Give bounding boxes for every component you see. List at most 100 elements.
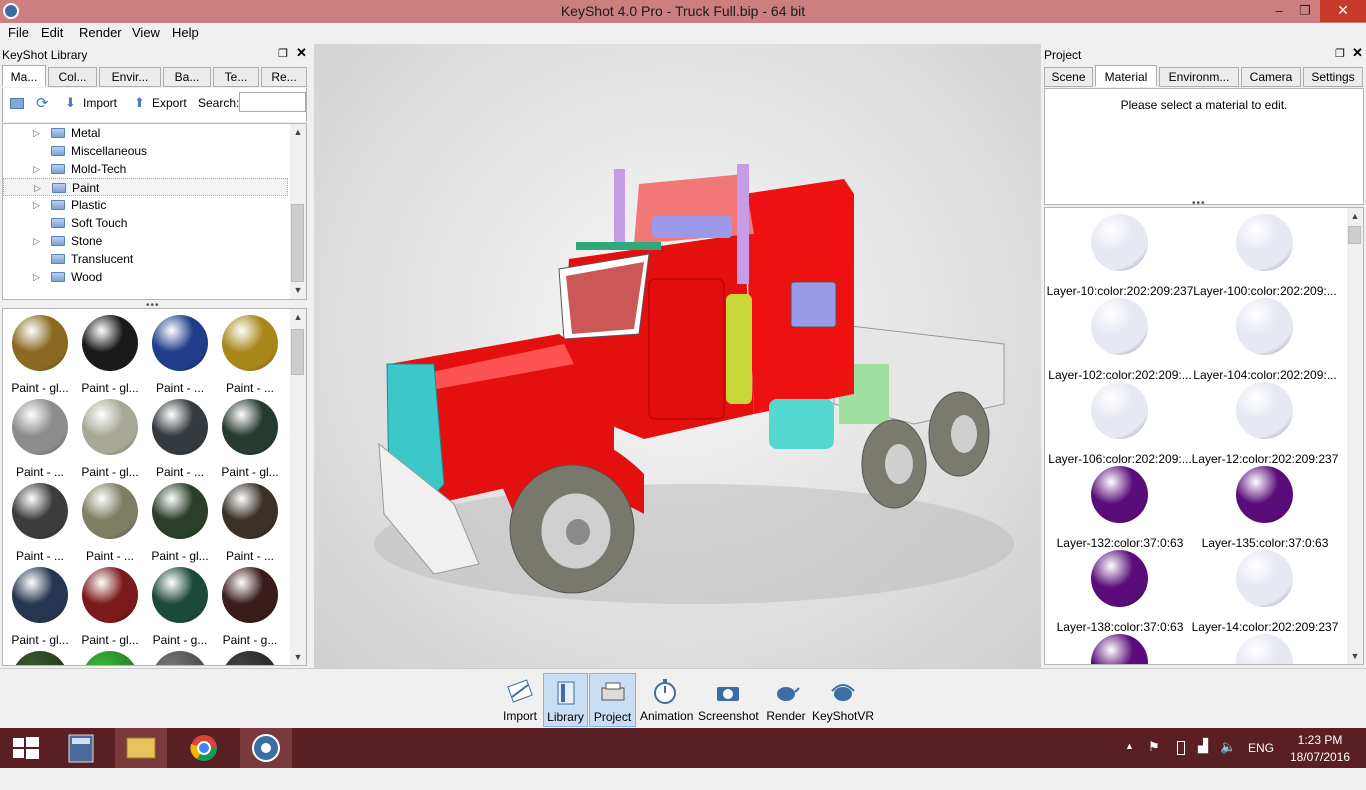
calculator-taskbar-icon[interactable] (55, 728, 107, 768)
tab-environment[interactable]: Environm... (1159, 67, 1239, 87)
expand-arrow-icon[interactable]: ▷ (33, 196, 40, 214)
material-preview-sphere (82, 399, 138, 455)
add-folder-icon[interactable] (10, 98, 24, 109)
wifi-icon[interactable]: ▟ (1198, 738, 1208, 778)
material-preview-sphere (1236, 466, 1293, 523)
flag-icon[interactable]: ⚑ (1148, 739, 1160, 779)
render-toolbar-button[interactable]: Render (764, 673, 808, 727)
material-preview-sphere (152, 483, 208, 539)
menu-view[interactable]: View (132, 25, 160, 40)
tree-item-translucent[interactable]: Translucent (3, 250, 288, 268)
expand-arrow-icon[interactable]: ▷ (33, 232, 40, 250)
refresh-icon[interactable]: ⟳ (36, 94, 49, 112)
project-toolbar-button[interactable]: Project (589, 673, 636, 727)
tab-colors[interactable]: Col... (48, 67, 97, 87)
menu-help[interactable]: Help (172, 25, 199, 40)
tree-item-metal[interactable]: ▷ Metal (3, 124, 288, 142)
maximize-button[interactable]: ❐ (1292, 0, 1318, 22)
library-toolbar-button[interactable]: Library (543, 673, 588, 727)
search-label: Search: (198, 96, 240, 110)
tab-environments[interactable]: Envir... (99, 67, 161, 87)
tray-overflow-icon[interactable]: ▲ (1125, 741, 1134, 781)
menu-render[interactable]: Render (79, 25, 122, 40)
minimize-button[interactable]: – (1266, 0, 1292, 22)
material-swatch-label: Paint - gl... (151, 549, 209, 563)
tree-item-paint[interactable]: ▷ Paint (3, 178, 288, 196)
scrollbar-thumb[interactable] (1348, 226, 1361, 244)
swatch-scrollbar[interactable]: ▲ ▼ (290, 309, 306, 665)
tree-item-wood[interactable]: ▷ Wood (3, 268, 288, 286)
material-preview-sphere (152, 567, 208, 623)
import-button[interactable]: Import (83, 96, 117, 110)
keyshotvr-toolbar-button[interactable]: KeyShotVR (812, 673, 874, 727)
folder-icon (51, 236, 65, 246)
import-icon[interactable]: ⬇ (65, 95, 76, 111)
tab-settings[interactable]: Settings (1303, 67, 1363, 87)
tab-camera[interactable]: Camera (1241, 67, 1301, 87)
material-preview-sphere (1236, 214, 1293, 271)
folder-icon (51, 128, 65, 138)
tab-scene[interactable]: Scene (1044, 67, 1093, 87)
tree-scrollbar[interactable]: ▲ ▼ (290, 124, 306, 299)
float-panel-icon[interactable]: ❐ (278, 47, 288, 60)
tab-backplates[interactable]: Ba... (163, 67, 211, 87)
keyshot-taskbar-icon[interactable] (240, 728, 292, 768)
close-panel-icon[interactable]: ✕ (296, 45, 307, 61)
tab-textures[interactable]: Te... (213, 67, 259, 87)
expand-arrow-icon[interactable]: ▷ (34, 179, 41, 197)
teapot-icon (777, 687, 800, 701)
tree-item-soft-touch[interactable]: Soft Touch (3, 214, 288, 232)
language-indicator[interactable]: ENG (1248, 741, 1274, 781)
materials-scrollbar[interactable]: ▲ ▼ (1347, 208, 1363, 664)
tree-item-miscellaneous[interactable]: Miscellaneous (3, 142, 288, 160)
start-button[interactable] (0, 728, 52, 768)
scene-material-label: Layer-106:color:202:209:... (1048, 452, 1192, 466)
scene-material-label: Layer-104:color:202:209:... (1193, 368, 1337, 382)
expand-arrow-icon[interactable]: ▷ (33, 160, 40, 178)
menu-edit[interactable]: Edit (41, 25, 63, 40)
tree-item-mold-tech[interactable]: ▷ Mold-Tech (3, 160, 288, 178)
search-input[interactable] (239, 92, 306, 112)
material-swatch-grid: Paint - gl... Paint - gl... Paint - ... Pai… (2, 308, 307, 666)
float-panel-icon[interactable]: ❐ (1335, 47, 1345, 60)
library-actions: ⟳ ⬇ Import ⬆ Export Search: (2, 88, 307, 122)
tab-material[interactable]: Material (1095, 65, 1157, 87)
volume-icon[interactable]: 🔈 (1220, 739, 1236, 779)
close-panel-icon[interactable]: ✕ (1352, 45, 1363, 61)
scroll-up-arrow-icon[interactable]: ▲ (1347, 208, 1363, 224)
scene-material-label: Layer-10:color:202:209:237 (1046, 284, 1194, 298)
scroll-up-arrow-icon[interactable]: ▲ (290, 124, 306, 140)
expand-arrow-icon[interactable]: ▷ (33, 268, 40, 286)
export-icon[interactable]: ⬆ (134, 95, 145, 111)
scroll-down-arrow-icon[interactable]: ▼ (290, 282, 306, 298)
file-explorer-taskbar-icon[interactable] (115, 728, 167, 768)
scrollbar-thumb[interactable] (291, 204, 304, 282)
tree-item-stone[interactable]: ▷ Stone (3, 232, 288, 250)
export-button[interactable]: Export (152, 96, 187, 110)
tab-materials[interactable]: Ma... (2, 65, 46, 87)
scroll-down-arrow-icon[interactable]: ▼ (290, 649, 306, 665)
menu-file[interactable]: File (8, 25, 29, 40)
chrome-taskbar-icon[interactable] (178, 728, 230, 768)
render-viewport[interactable] (314, 44, 1041, 668)
stopwatch-icon (654, 679, 676, 704)
battery-icon[interactable] (1177, 741, 1185, 755)
scene-material-label: Layer-138:color:37:0:63 (1056, 620, 1184, 634)
scrollbar-thumb[interactable] (291, 329, 304, 375)
folder-icon (51, 218, 65, 228)
screenshot-toolbar-button[interactable]: Screenshot (698, 673, 759, 727)
animation-toolbar-button[interactable]: Animation (640, 673, 693, 727)
expand-arrow-icon[interactable]: ▷ (33, 124, 40, 142)
material-preview-sphere (82, 567, 138, 623)
material-preview-sphere (1091, 214, 1148, 271)
close-button[interactable]: ✕ (1320, 0, 1366, 22)
tab-renders[interactable]: Re... (261, 67, 307, 87)
scroll-down-arrow-icon[interactable]: ▼ (1347, 648, 1363, 664)
import-toolbar-button[interactable]: Import (500, 673, 540, 727)
material-preview-sphere (1236, 298, 1293, 355)
material-swatch-label: Paint - ... (15, 465, 65, 479)
material-preview-sphere (152, 651, 208, 665)
tree-item-plastic[interactable]: ▷ Plastic (3, 196, 288, 214)
scroll-up-arrow-icon[interactable]: ▲ (290, 309, 306, 325)
clock-date[interactable]: 18/07/2016 (1285, 750, 1355, 790)
